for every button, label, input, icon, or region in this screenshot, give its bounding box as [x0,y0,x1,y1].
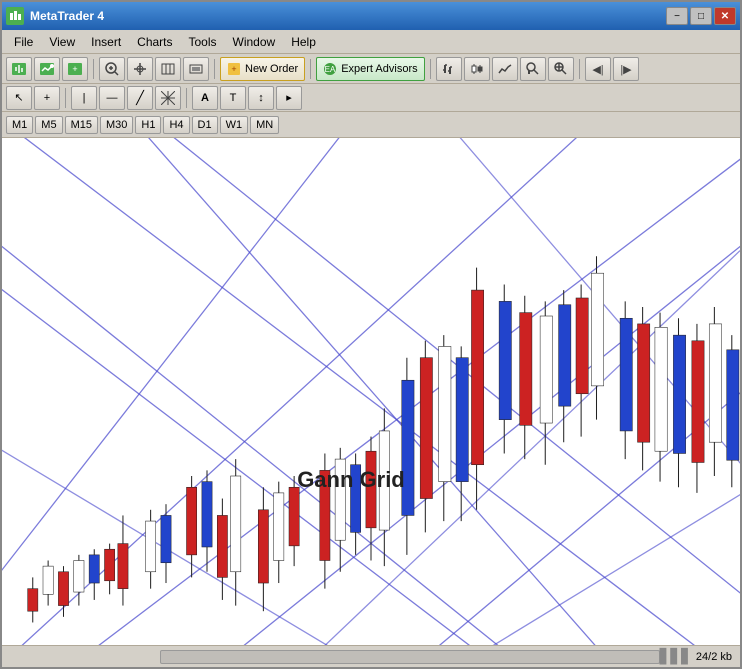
toolbar-scroll-left[interactable]: ◀| [585,57,611,81]
tf-m5[interactable]: M5 [35,116,62,134]
app-icon [6,7,24,25]
tool-arrow-down[interactable]: ↕ [248,86,274,110]
title-text: MetaTrader 4 [30,9,104,23]
svg-text:+: + [231,64,236,74]
toolbar-candle-chart[interactable] [464,57,490,81]
toolbar-bar-chart[interactable] [436,57,462,81]
toolbar-line-chart[interactable] [492,57,518,81]
toolbar-btn-1[interactable] [6,57,32,81]
scroll-track[interactable] [160,650,660,664]
separator-draw-1 [65,88,66,108]
toolbar-scroll-right[interactable]: |▶ [613,57,639,81]
toolbar-btn-2[interactable] [34,57,60,81]
tf-h4[interactable]: H4 [163,116,189,134]
main-window: MetaTrader 4 − □ ✕ File View Insert Char… [0,0,742,669]
tf-m30[interactable]: M30 [100,116,133,134]
tf-m1[interactable]: M1 [6,116,33,134]
toolbar-zoom-in[interactable] [99,57,125,81]
status-text: 24/2 kb [696,651,732,663]
menu-charts[interactable]: Charts [129,33,180,51]
tf-d1[interactable]: D1 [192,116,218,134]
tool-textbox[interactable]: T [220,86,246,110]
tool-arrow[interactable]: ↖ [6,86,32,110]
scroll-area [160,650,660,664]
tf-w1[interactable]: W1 [220,116,249,134]
separator-1 [93,59,94,79]
toolbar-zoom-out-btn[interactable] [520,57,546,81]
minimize-button[interactable]: − [666,7,688,25]
title-bar-left: MetaTrader 4 [6,7,104,25]
tool-gann-grid[interactable] [155,86,181,110]
menu-tools[interactable]: Tools [181,33,225,51]
menu-help[interactable]: Help [283,33,324,51]
close-button[interactable]: ✕ [714,7,736,25]
main-toolbar: + [2,54,740,84]
timeframe-toolbar: M1 M5 M15 M30 H1 H4 D1 W1 MN [2,112,740,138]
maximize-button[interactable]: □ [690,7,712,25]
menu-view[interactable]: View [41,33,83,51]
expert-advisors-label: Expert Advisors [341,63,417,75]
separator-3 [310,59,311,79]
separator-draw-2 [186,88,187,108]
separator-2 [214,59,215,79]
svg-text:|▶: |▶ [620,64,632,76]
new-order-label: New Order [245,63,298,75]
tool-crosshair[interactable]: + [34,86,60,110]
toolbar-btn-new-chart[interactable]: + [62,57,88,81]
new-order-button[interactable]: + New Order [220,57,305,81]
chart-svg [2,138,740,645]
tool-vertical-line[interactable]: | [71,86,97,110]
tf-mn[interactable]: MN [250,116,279,134]
menu-window[interactable]: Window [225,33,284,51]
separator-4 [430,59,431,79]
menu-bar: File View Insert Charts Tools Window Hel… [2,30,740,54]
bars-icon: ▋▋▋ [660,648,692,665]
tf-m15[interactable]: M15 [65,116,98,134]
svg-text:◀|: ◀| [592,64,603,76]
window-controls: − □ ✕ [666,7,736,25]
tool-trend-line[interactable]: ╱ [127,86,153,110]
drawing-toolbar: ↖ + | — ╱ A T ↕ ▸ [2,84,740,112]
expert-advisors-button[interactable]: EA Expert Advisors [316,57,424,81]
chart-area[interactable]: − □ ✕ [2,138,740,645]
svg-text:EA: EA [325,65,336,74]
menu-insert[interactable]: Insert [83,33,129,51]
toolbar-period-sep[interactable] [155,57,181,81]
tool-more[interactable]: ▸ [276,86,302,110]
toolbar-zoom-in-btn2[interactable] [548,57,574,81]
tf-h1[interactable]: H1 [135,116,161,134]
status-info: ▋▋▋ 24/2 kb [660,648,732,665]
toolbar-crosshair[interactable] [127,57,153,81]
menu-file[interactable]: File [6,33,41,51]
tool-text[interactable]: A [192,86,218,110]
tool-horizontal-line[interactable]: — [99,86,125,110]
separator-5 [579,59,580,79]
gann-grid-label: Gann Grid [297,467,405,493]
toolbar-chart-scroll[interactable] [183,57,209,81]
svg-text:+: + [72,64,77,74]
status-bar: ▋▋▋ 24/2 kb [2,645,740,667]
title-bar: MetaTrader 4 − □ ✕ [2,2,740,30]
